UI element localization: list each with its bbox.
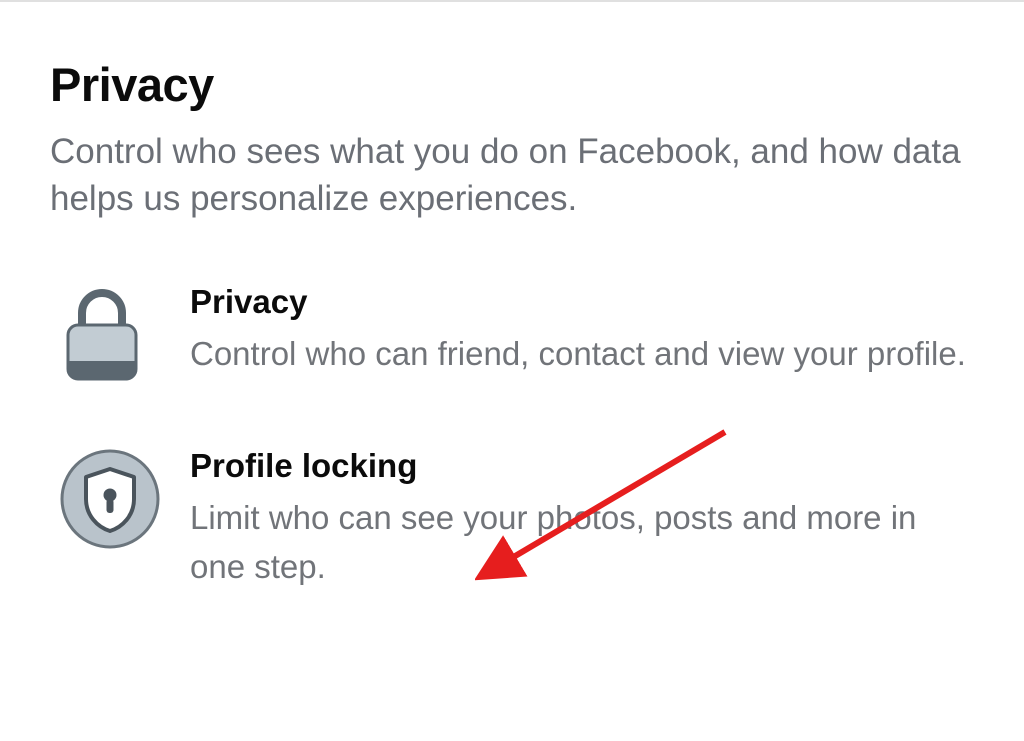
page-title: Privacy xyxy=(50,57,974,112)
privacy-settings-page: Privacy Control who sees what you do on … xyxy=(0,2,1024,592)
page-subtitle: Control who sees what you do on Facebook… xyxy=(50,128,970,223)
settings-item-profile-locking[interactable]: Profile locking Limit who can see your p… xyxy=(50,447,974,592)
item-description: Limit who can see your photos, posts and… xyxy=(190,493,970,592)
item-title: Privacy xyxy=(190,283,970,321)
item-body: Profile locking Limit who can see your p… xyxy=(190,447,970,592)
item-title: Profile locking xyxy=(190,447,970,485)
item-description: Control who can friend, contact and view… xyxy=(190,329,970,379)
settings-item-privacy[interactable]: Privacy Control who can friend, contact … xyxy=(50,283,974,385)
item-body: Privacy Control who can friend, contact … xyxy=(190,283,970,379)
lock-icon xyxy=(50,283,190,385)
shield-lock-icon xyxy=(50,447,190,549)
